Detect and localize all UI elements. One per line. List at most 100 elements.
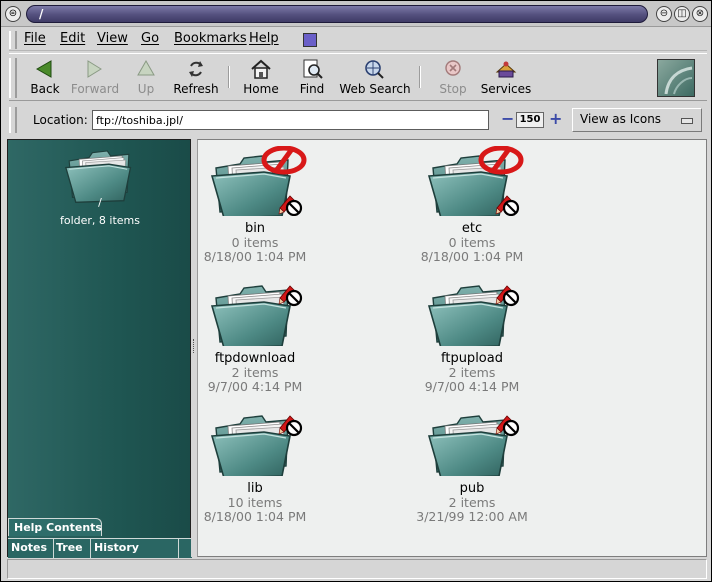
folder-icon — [428, 284, 520, 349]
web-search-label: Web Search — [339, 82, 411, 96]
location-label: Location: — [33, 113, 88, 127]
find-icon — [303, 59, 323, 79]
file-name: bin — [244, 221, 266, 236]
file-item-etc[interactable]: etc 0 items 8/18/00 1:04 PM — [397, 146, 547, 264]
menu-color-square-icon[interactable] — [303, 33, 317, 47]
title-pill[interactable]: / — [26, 5, 648, 23]
zoom-in-icon[interactable]: + — [549, 111, 562, 127]
file-item-count: 10 items — [227, 495, 283, 510]
file-item-count: 0 items — [448, 235, 496, 250]
throbber-logo[interactable] — [657, 59, 695, 97]
window-menu-icon[interactable]: ⊜ — [5, 6, 21, 22]
home-label: Home — [243, 82, 279, 96]
tab-help-contents[interactable]: Help Contents — [8, 518, 102, 536]
file-name: lib — [247, 481, 263, 496]
location-input[interactable] — [92, 110, 489, 130]
file-item-ftpdownload[interactable]: ftpdownload 2 items 9/7/00 4:14 PM — [180, 276, 330, 394]
no-write-emblem-icon — [277, 414, 303, 437]
services-button[interactable]: Services — [477, 58, 535, 100]
file-manager-window: ⊜ / ⊖ ◫ ⊗ File Edit View Go Bookmarks He… — [0, 0, 712, 582]
forward-button[interactable]: Forward — [69, 58, 121, 100]
web-search-icon — [365, 60, 384, 79]
folder-icon — [211, 414, 303, 479]
tab-tree[interactable]: Tree — [56, 541, 83, 554]
forward-arrow-icon — [87, 60, 102, 78]
home-button[interactable]: Home — [241, 58, 281, 100]
menu-go[interactable]: Go — [141, 31, 159, 46]
refresh-button[interactable]: Refresh — [172, 58, 220, 100]
tab-divider — [178, 539, 179, 559]
zoom-out-icon[interactable]: − — [501, 111, 514, 127]
title-bar[interactable]: ⊜ / ⊖ ◫ ⊗ — [1, 1, 711, 27]
file-item-pub[interactable]: pub 2 items 3/21/99 12:00 AM — [397, 406, 547, 524]
close-icon[interactable]: ⊗ — [692, 6, 708, 22]
find-label: Find — [299, 82, 325, 96]
file-item-ftpupload[interactable]: ftpupload 2 items 9/7/00 4:14 PM — [397, 276, 547, 394]
refresh-icon — [189, 61, 203, 77]
option-menu-knob-icon — [681, 118, 693, 124]
tab-history[interactable]: History — [94, 541, 139, 554]
view-as-select[interactable]: View as Icons — [572, 108, 702, 132]
back-button[interactable]: Back — [27, 58, 63, 100]
toolbar-grip[interactable] — [9, 58, 17, 98]
menu-file[interactable]: File — [24, 31, 46, 46]
web-search-button[interactable]: Web Search — [339, 58, 411, 100]
menu-view[interactable]: View — [97, 31, 128, 46]
sidebar-location-info: folder, 8 items — [59, 214, 140, 227]
file-item-count: 0 items — [231, 235, 279, 250]
menu-edit[interactable]: Edit — [60, 31, 85, 46]
maximize-icon[interactable]: ◫ — [674, 6, 690, 22]
stop-icon — [445, 60, 461, 76]
folder-icon — [428, 146, 527, 219]
location-bar: Location: − 150 + View as Icons — [9, 105, 707, 135]
file-date: 8/18/00 1:04 PM — [420, 249, 524, 264]
file-item-count: 2 items — [448, 495, 496, 510]
file-date: 8/18/00 1:04 PM — [203, 509, 307, 524]
zoom-level[interactable]: 150 — [516, 112, 544, 128]
minimize-icon[interactable]: ⊖ — [656, 6, 672, 22]
stop-button[interactable]: Stop — [437, 58, 469, 100]
file-date: 3/21/99 12:00 AM — [416, 509, 528, 524]
file-name: etc — [461, 221, 483, 236]
locationbar-grip[interactable] — [9, 107, 17, 133]
menu-help[interactable]: Help — [249, 31, 279, 46]
back-arrow-icon — [35, 60, 52, 78]
window-title: / — [39, 7, 44, 21]
no-write-emblem-icon — [494, 414, 520, 437]
file-date: 8/18/00 1:04 PM — [203, 249, 307, 264]
tab-divider — [53, 539, 54, 559]
file-name: pub — [459, 481, 485, 496]
file-item-bin[interactable]: bin 0 items 8/18/00 1:04 PM — [180, 146, 330, 264]
services-label: Services — [480, 82, 532, 96]
no-write-emblem-icon — [277, 284, 303, 307]
tab-divider — [90, 539, 91, 559]
tab-notes[interactable]: Notes — [11, 541, 47, 554]
sidebar-tab-row: Notes Tree History — [8, 538, 192, 559]
sidebar: / folder, 8 items Help Contents Notes Tr… — [7, 139, 192, 559]
file-item-lib[interactable]: lib 10 items 8/18/00 1:04 PM — [180, 406, 330, 524]
back-label: Back — [30, 82, 60, 96]
file-item-count: 2 items — [448, 365, 496, 380]
folder-icon — [211, 146, 310, 219]
sidebar-location-name: / — [98, 196, 102, 209]
toolbar-separator — [228, 66, 230, 88]
icon-view[interactable]: bin 0 items 8/18/00 1:04 PM etc 0 items … — [197, 139, 707, 557]
throbber-footprint-icon — [664, 66, 693, 95]
file-name: ftpupload — [441, 351, 503, 366]
menu-bookmarks[interactable]: Bookmarks — [174, 31, 247, 46]
no-write-emblem-icon — [494, 284, 520, 307]
file-date: 9/7/00 4:14 PM — [207, 379, 303, 394]
file-item-count: 2 items — [231, 365, 279, 380]
home-icon — [251, 59, 271, 79]
menubar-grip[interactable] — [9, 31, 17, 49]
up-button[interactable]: Up — [133, 58, 159, 100]
stop-label: Stop — [439, 82, 467, 96]
up-arrow-icon — [137, 59, 155, 76]
folder-icon — [428, 414, 520, 479]
menu-bar: File Edit View Go Bookmarks Help — [9, 29, 707, 51]
status-bar — [7, 559, 707, 579]
file-name: ftpdownload — [214, 351, 296, 366]
find-button[interactable]: Find — [295, 58, 329, 100]
toolbar-separator — [419, 66, 421, 88]
file-date: 9/7/00 4:14 PM — [424, 379, 520, 394]
